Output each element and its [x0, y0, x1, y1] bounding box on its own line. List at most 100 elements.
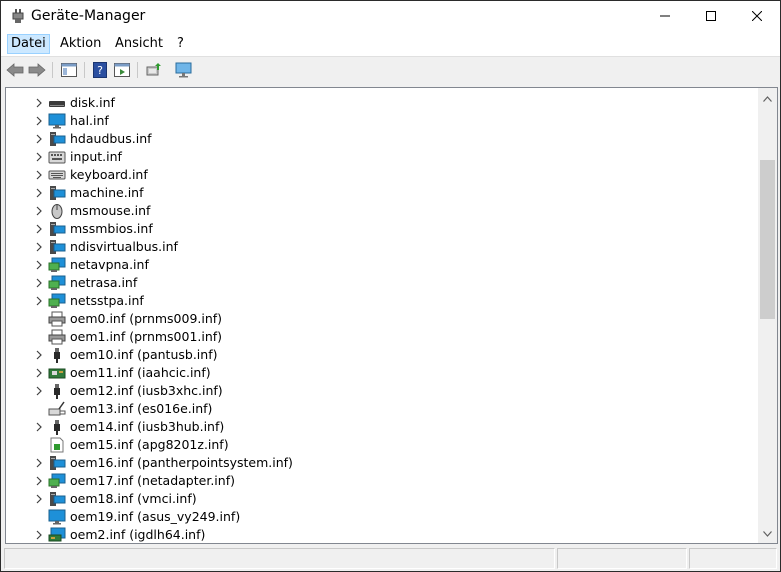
chevron-right-icon[interactable] — [34, 277, 44, 289]
maximize-button[interactable] — [688, 1, 734, 31]
tree-row[interactable]: oem17.inf (netadapter.inf) — [6, 472, 746, 490]
chevron-right-icon[interactable] — [34, 187, 44, 199]
tree-row[interactable]: netavpna.inf — [6, 256, 746, 274]
forward-button[interactable] — [27, 60, 47, 80]
chevron-right-icon[interactable] — [34, 169, 44, 181]
tree-row-label: ndisvirtualbus.inf — [70, 239, 178, 254]
monitor-scan-icon — [175, 62, 192, 78]
chevron-right-icon[interactable] — [34, 241, 44, 253]
toolbar-separator — [84, 62, 85, 78]
back-arrow-icon — [6, 63, 24, 77]
tree-row-label: hdaudbus.inf — [70, 131, 152, 146]
tree-row-label: oem1.inf (prnms001.inf) — [70, 329, 223, 344]
chevron-right-icon[interactable] — [34, 205, 44, 217]
software-device-icon — [48, 401, 66, 417]
chevron-right-icon[interactable] — [34, 385, 44, 397]
update-driver-button[interactable] — [144, 60, 164, 80]
chevron-right-icon[interactable] — [34, 475, 44, 487]
tree-row[interactable]: oem11.inf (iaahcic.inf) — [6, 364, 746, 382]
network-adapter-icon — [48, 293, 66, 309]
tree-row-label: keyboard.inf — [70, 167, 148, 182]
tree-row[interactable]: oem19.inf (asus_vy249.inf) — [6, 508, 746, 526]
title-bar[interactable]: Geräte-Manager — [1, 1, 780, 31]
display-adapter-icon — [48, 527, 66, 543]
window-title: Geräte-Manager — [31, 8, 146, 24]
chevron-right-icon[interactable] — [34, 295, 44, 307]
tree-row[interactable]: keyboard.inf — [6, 166, 746, 184]
tree-row[interactable]: oem15.inf (apg8201z.inf) — [6, 436, 746, 454]
chevron-right-icon[interactable] — [34, 151, 44, 163]
tree-row[interactable]: oem13.inf (es016e.inf) — [6, 400, 746, 418]
tree-row[interactable]: netrasa.inf — [6, 274, 746, 292]
tree-row[interactable]: hdaudbus.inf — [6, 130, 746, 148]
tree-row[interactable]: oem12.inf (iusb3xhc.inf) — [6, 382, 746, 400]
properties-pane-button[interactable] — [112, 60, 132, 80]
tree-row[interactable]: machine.inf — [6, 184, 746, 202]
tree-row[interactable]: disk.inf — [6, 94, 746, 112]
tree-row-label: input.inf — [70, 149, 122, 164]
close-button[interactable] — [734, 1, 780, 31]
tree-row[interactable]: oem14.inf (iusb3hub.inf) — [6, 418, 746, 436]
chevron-right-icon[interactable] — [34, 421, 44, 433]
chevron-right-icon[interactable] — [34, 133, 44, 145]
console-tree-button[interactable] — [59, 60, 79, 80]
chevron-right-icon[interactable] — [34, 97, 44, 109]
tree-row-label: netavpna.inf — [70, 257, 149, 272]
chevron-right-icon[interactable] — [34, 367, 44, 379]
scroll-down-icon — [763, 530, 772, 537]
tree-row[interactable]: netsstpa.inf — [6, 292, 746, 310]
chevron-right-icon[interactable] — [34, 223, 44, 235]
tree-row[interactable]: oem2.inf (igdlh64.inf) — [6, 526, 746, 543]
scroll-down-button[interactable] — [758, 525, 777, 542]
chevron-right-icon[interactable] — [34, 259, 44, 271]
device-tree-panel: disk.inf hal.inf hdaudbus.inf input.inf keyb… — [5, 87, 778, 544]
system-device-icon — [48, 221, 66, 237]
tree-row-label: netsstpa.inf — [70, 293, 144, 308]
tree-row[interactable]: oem18.inf (vmci.inf) — [6, 490, 746, 508]
minimize-button[interactable] — [642, 1, 688, 31]
tree-row[interactable]: msmouse.inf — [6, 202, 746, 220]
scan-hardware-button[interactable] — [174, 60, 194, 80]
vertical-scrollbar[interactable] — [758, 88, 777, 543]
tree-row[interactable]: oem1.inf (prnms001.inf) — [6, 328, 746, 346]
menu-aktion[interactable]: Aktion — [57, 35, 104, 53]
tree-row[interactable]: input.inf — [6, 148, 746, 166]
tree-row[interactable]: oem16.inf (pantherpointsystem.inf) — [6, 454, 746, 472]
tree-row-label: oem12.inf (iusb3xhc.inf) — [70, 383, 223, 398]
usb-icon — [48, 419, 66, 435]
status-panel-secondary — [557, 548, 687, 569]
tree-row-label: netrasa.inf — [70, 275, 138, 290]
keyboard-icon — [48, 167, 66, 183]
tree-row-label: hal.inf — [70, 113, 109, 128]
software-component-icon — [48, 437, 66, 453]
printer-icon — [48, 311, 66, 327]
printer-icon — [48, 329, 66, 345]
tree-row[interactable]: oem0.inf (prnms009.inf) — [6, 310, 746, 328]
scroll-up-button[interactable] — [758, 90, 777, 107]
toolbar: ? — [1, 57, 780, 83]
chevron-right-icon[interactable] — [34, 349, 44, 361]
tree-row-label: machine.inf — [70, 185, 144, 200]
help-icon: ? — [93, 62, 107, 78]
tree-row[interactable]: hal.inf — [6, 112, 746, 130]
tree-row[interactable]: ndisvirtualbus.inf — [6, 238, 746, 256]
tree-row[interactable]: oem10.inf (pantusb.inf) — [6, 346, 746, 364]
menu-ansicht[interactable]: Ansicht — [112, 35, 166, 53]
tree-row-label: oem0.inf (prnms009.inf) — [70, 311, 223, 326]
tree-row-label: oem13.inf (es016e.inf) — [70, 401, 213, 416]
chevron-right-icon[interactable] — [34, 457, 44, 469]
chevron-right-icon[interactable] — [34, 493, 44, 505]
toolbar-separator — [137, 62, 138, 78]
menu-datei[interactable]: Datei — [7, 34, 50, 54]
chevron-right-icon[interactable] — [34, 115, 44, 127]
scroll-thumb[interactable] — [760, 160, 775, 319]
chevron-right-icon[interactable] — [34, 529, 44, 541]
menu-help[interactable]: ? — [174, 35, 187, 53]
tree-row-label: oem16.inf (pantherpointsystem.inf) — [70, 455, 293, 470]
update-driver-icon — [146, 63, 161, 76]
network-adapter-icon — [48, 275, 66, 291]
hid-icon — [48, 149, 66, 165]
back-button[interactable] — [5, 60, 25, 80]
tree-row[interactable]: mssmbios.inf — [6, 220, 746, 238]
help-button[interactable]: ? — [90, 60, 110, 80]
